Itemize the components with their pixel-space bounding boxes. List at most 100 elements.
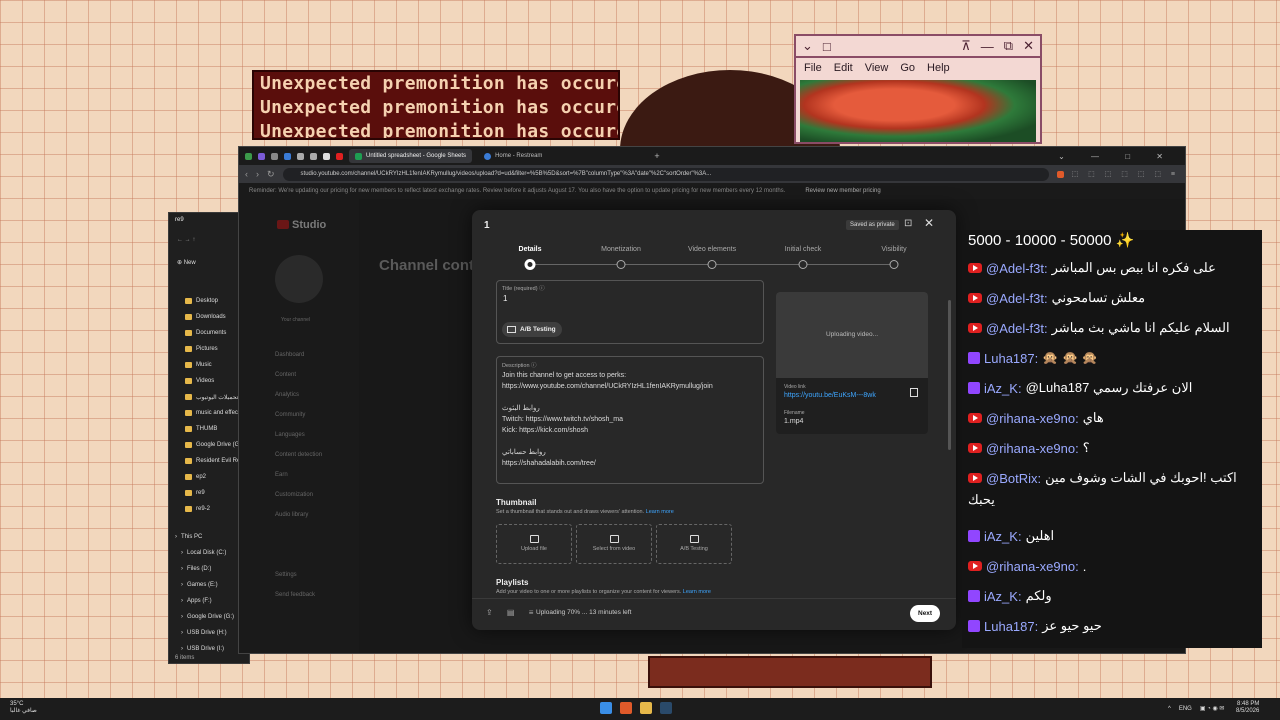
- explorer-item[interactable]: Music: [169, 357, 249, 373]
- tab-sheets[interactable]: Untitled spreadsheet - Google Sheets: [349, 149, 473, 163]
- studio-nav-item[interactable]: Customization: [239, 485, 359, 505]
- close-icon[interactable]: ✕: [924, 216, 934, 230]
- next-button[interactable]: Next: [910, 605, 941, 622]
- description-text: Join this channel to get access to perks…: [502, 370, 770, 469]
- brave-icon[interactable]: [620, 702, 632, 714]
- explorer-tree-item[interactable]: › USB Drive (H:): [169, 625, 249, 641]
- explorer-item[interactable]: music and effects: [169, 405, 249, 421]
- explorer-tree-item[interactable]: › Apps (F:): [169, 593, 249, 609]
- thumbnail-ab-testing-button[interactable]: A/B Testing: [656, 524, 732, 564]
- video-link[interactable]: https://youtu.be/EuKsM---8wk: [784, 392, 876, 399]
- step-visibility[interactable]: Visibility: [881, 246, 906, 253]
- chat-username: @rihana-xe9no:: [986, 440, 1079, 456]
- studio-nav-item[interactable]: Dashboard: [239, 345, 359, 365]
- restore-icon[interactable]: ⊼: [961, 38, 971, 54]
- explorer-item-label: Documents: [196, 330, 227, 336]
- url-field[interactable]: studio.youtube.com/channel/UCkRYIzHL1fen…: [282, 167, 1049, 181]
- menu-edit[interactable]: Edit: [834, 62, 853, 74]
- step-details[interactable]: Details: [519, 246, 542, 253]
- explorer-tree-item[interactable]: › Google Drive (G:): [169, 609, 249, 625]
- brave-shield-icon[interactable]: [1056, 170, 1064, 178]
- temperature: 35°C: [10, 701, 24, 707]
- chevron-up-icon[interactable]: ^: [1168, 706, 1171, 712]
- menu-view[interactable]: View: [865, 62, 889, 74]
- tab-label: Home - Restream: [495, 153, 543, 159]
- forward-icon[interactable]: ›: [256, 169, 259, 179]
- notice-link[interactable]: Review new member pricing: [805, 188, 880, 194]
- studio-nav-item[interactable]: Languages: [239, 425, 359, 445]
- ab-testing-button[interactable]: A/B Testing: [502, 322, 562, 337]
- extension-icons[interactable]: ⬚ ⬚ ⬚ ⬚ ⬚ ⬚ ≡: [1072, 170, 1179, 178]
- tab-restream[interactable]: Home - Restream: [478, 149, 548, 163]
- step-dot: [889, 260, 899, 269]
- close-icon[interactable]: ✕: [1023, 38, 1034, 54]
- menu-file[interactable]: File: [804, 62, 822, 74]
- step-video-elements[interactable]: Video elements: [688, 246, 736, 253]
- minimize-icon[interactable]: —: [981, 39, 994, 54]
- maximize-icon[interactable]: ⧉: [1004, 38, 1013, 54]
- chat-text: هاي: [1082, 410, 1104, 425]
- explorer-item[interactable]: Documents: [169, 325, 249, 341]
- windows-start-icon[interactable]: [600, 702, 612, 714]
- explorer-item-label: Videos: [196, 378, 215, 384]
- explorer-item[interactable]: re9-2: [169, 501, 249, 517]
- select-from-video-button[interactable]: Select from video: [576, 524, 652, 564]
- explorer-item[interactable]: ep2: [169, 469, 249, 485]
- studio-nav-item[interactable]: Settings: [239, 565, 359, 585]
- explorer-item-label: Pictures: [196, 346, 218, 352]
- tray-icons[interactable]: ▣ ◔ ◉ ✉: [1200, 705, 1225, 712]
- scrollbar[interactable]: [948, 300, 951, 450]
- steam-icon[interactable]: [660, 702, 672, 714]
- studio-nav-item[interactable]: Content detection: [239, 445, 359, 465]
- tab-label: Untitled spreadsheet - Google Sheets: [366, 153, 467, 159]
- uploading-placeholder: Uploading video...: [776, 292, 928, 378]
- explorer-item[interactable]: THUMB: [169, 421, 249, 437]
- menu-help[interactable]: Help: [927, 62, 950, 74]
- learn-more-link[interactable]: Learn more: [646, 509, 674, 515]
- explorer-item[interactable]: تحميلات اليوتيوب: [169, 389, 249, 405]
- feedback-icon[interactable]: ⊡: [904, 218, 912, 229]
- explorer-item[interactable]: Downloads: [169, 309, 249, 325]
- avatar[interactable]: [275, 255, 323, 303]
- menu-go[interactable]: Go: [900, 62, 915, 74]
- explorer-item[interactable]: Desktop: [169, 293, 249, 309]
- explorer-tree-item[interactable]: › Games (E:): [169, 577, 249, 593]
- studio-nav-item[interactable]: Content: [239, 365, 359, 385]
- explorer-item[interactable]: Resident Evil Re: [169, 453, 249, 469]
- explorer-item[interactable]: Pictures: [169, 341, 249, 357]
- step-initial-check[interactable]: Initial check: [785, 246, 822, 253]
- explorer-item[interactable]: Videos: [169, 373, 249, 389]
- window-controls[interactable]: ⌄ — □ ✕: [1058, 152, 1175, 161]
- step-dot: [707, 260, 717, 269]
- explorer-tree: › This PC › Local Disk (C:) › Files (D:) › …: [169, 529, 249, 657]
- studio-nav-item[interactable]: Audio library: [239, 505, 359, 525]
- chevron-down-icon[interactable]: ⌄: [802, 38, 813, 54]
- step-monetization[interactable]: Monetization: [601, 246, 641, 253]
- explorer-tree-item[interactable]: › Files (D:): [169, 561, 249, 577]
- square-icon[interactable]: □: [823, 39, 831, 54]
- copy-icon[interactable]: [910, 388, 918, 397]
- studio-nav-item[interactable]: Community: [239, 405, 359, 425]
- weather-widget[interactable]: 35°C صافي غالبا: [10, 701, 37, 715]
- clock[interactable]: 8:48 PM 8/5/2026: [1236, 701, 1259, 715]
- learn-more-link[interactable]: Learn more: [683, 589, 711, 595]
- explorer-tree-item[interactable]: › This PC: [169, 529, 249, 545]
- studio-logo[interactable]: Studio: [277, 219, 326, 231]
- chevron-right-icon: ›: [181, 582, 183, 588]
- studio-nav-item[interactable]: Analytics: [239, 385, 359, 405]
- studio-nav-item[interactable]: Earn: [239, 465, 359, 485]
- upload-file-button[interactable]: Upload file: [496, 524, 572, 564]
- explorer-new-button[interactable]: ⊕ New: [169, 253, 249, 273]
- new-tab-icon[interactable]: +: [654, 151, 659, 161]
- explorer-tree-item[interactable]: › Local Disk (C:): [169, 545, 249, 561]
- explorer-item[interactable]: re9: [169, 485, 249, 501]
- chat-message: @rihana-xe9no: هاي: [968, 406, 1258, 430]
- ab-testing-label: A/B Testing: [520, 326, 556, 333]
- explorer-item[interactable]: Google Drive (G:): [169, 437, 249, 453]
- folder-icon: [185, 378, 192, 384]
- back-icon[interactable]: ‹: [245, 169, 248, 179]
- file-explorer-icon[interactable]: [640, 702, 652, 714]
- studio-nav-item[interactable]: Send feedback: [239, 585, 359, 605]
- reload-icon[interactable]: ↻: [267, 169, 275, 180]
- language[interactable]: ENG: [1179, 706, 1192, 712]
